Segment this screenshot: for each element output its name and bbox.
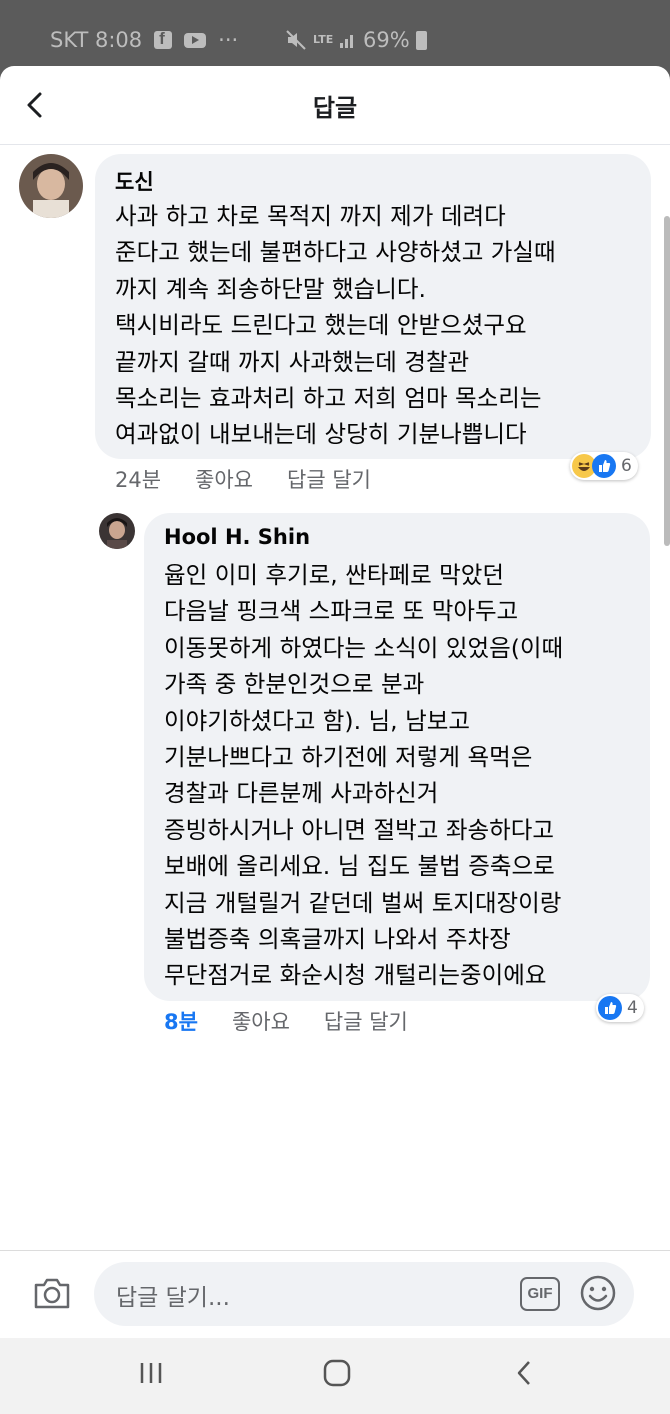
gif-button[interactable]: GIF [520,1277,560,1311]
like-reaction-icon [592,454,616,478]
emoji-icon[interactable] [579,1274,617,1312]
reply-button[interactable]: 답글 달기 [324,1006,408,1036]
reaction-summary[interactable]: 6 [570,452,638,480]
like-button[interactable]: 좋아요 [232,1006,290,1036]
avatar-photo [99,513,135,549]
signal-icon [340,35,353,48]
reaction-summary[interactable]: 4 [596,994,644,1022]
reply-button[interactable]: 답글 달기 [287,464,371,494]
mute-icon [286,30,306,50]
like-reaction-icon [598,996,622,1020]
battery-icon [415,30,427,50]
back-icon[interactable] [510,1358,540,1388]
home-icon[interactable] [322,1358,352,1388]
reaction-count: 4 [627,998,638,1018]
comment-actions: 8분 좋아요 답글 달기 [164,1006,442,1036]
reply-composer: 답글 달기... GIF [0,1250,670,1339]
reaction-count: 6 [621,456,632,476]
comment-bubble[interactable]: 도신 사과 하고 차로 목적지 까지 제가 데려다 준다고 했는데 불편하다고 … [95,154,651,459]
replies-sheet: 답글 도신 사과 하고 차로 목적지 까지 제가 데려다 준다고 했는데 불편하… [0,66,670,1414]
battery-percent: 69% [363,28,410,52]
facebook-notification-icon [154,29,173,49]
comment-actions: 24분 좋아요 답글 달기 [115,464,405,494]
comment-text: 윱인 이미 후기로, 싼타페로 막았던 다음날 핑크색 스파크로 또 막아두고 … [164,561,564,990]
avatar[interactable] [99,513,135,549]
scrollbar[interactable] [664,216,670,546]
comment-text: 사과 하고 차로 목적지 까지 제가 데려다 준다고 했는데 불편하다고 사양하… [115,202,556,449]
comment-time: 24분 [115,468,162,492]
recent-apps-icon[interactable] [136,1358,166,1388]
comment-author[interactable]: 도신 [115,166,154,196]
youtube-notification-icon [184,32,207,48]
avatar[interactable] [19,154,83,218]
avatar-photo [19,154,83,218]
header: 답글 [0,66,670,145]
carrier-time: SKT 8:08 [50,28,143,52]
comment-author[interactable]: Hool H. Shin [164,525,310,549]
more-notifications-icon: ··· [218,28,239,52]
network-type: LTE [313,33,334,46]
reply-placeholder: 답글 달기... [116,1285,230,1311]
system-nav-bar [0,1338,670,1414]
camera-icon[interactable] [32,1275,72,1311]
page-title: 답글 [312,94,358,122]
like-button[interactable]: 좋아요 [195,464,253,494]
comment-time: 8분 [164,1010,198,1034]
comment-bubble[interactable]: Hool H. Shin 윱인 이미 후기로, 싼타페로 막았던 다음날 핑크색… [144,513,650,1001]
reply-input[interactable]: 답글 달기... GIF [94,1262,634,1326]
